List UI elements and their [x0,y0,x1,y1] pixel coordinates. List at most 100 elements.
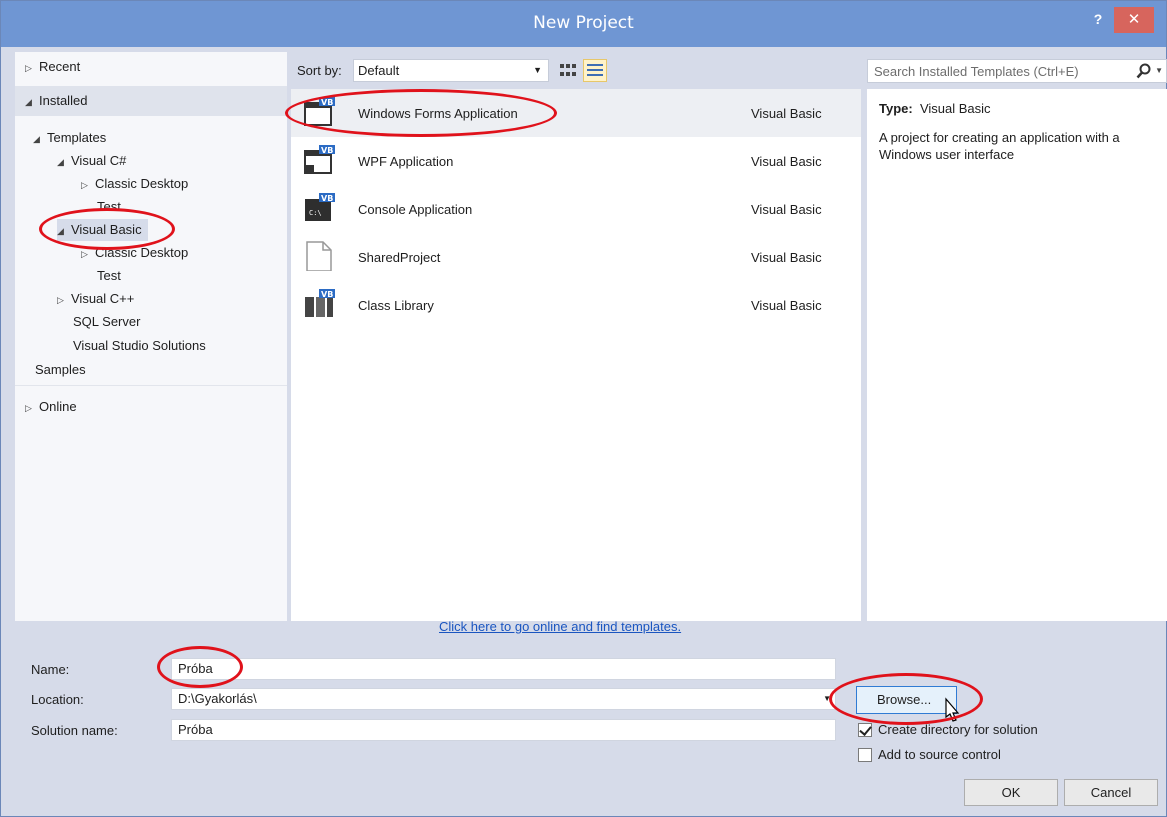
template-name: Console Application [358,202,473,217]
tree-item-classic-desktop-csharp[interactable]: ▷ Classic Desktop [81,173,188,195]
tree-item-visual-cpp[interactable]: ▷ Visual C++ [57,288,134,310]
svg-text:VB: VB [321,98,333,107]
source-control-option[interactable]: Add to source control [858,747,1001,762]
location-label: Location: [31,692,84,707]
name-value: Próba [178,661,213,676]
type-label: Type: [879,101,913,116]
template-list: VB Windows Forms Application Visual Basi… [291,89,861,634]
expand-arrow-icon: ▷ [57,295,64,305]
tree-item-recent[interactable]: ▷ Recent [25,56,80,78]
tree-item-vs-solutions[interactable]: Visual Studio Solutions [73,335,206,357]
tree-item-label: Classic Desktop [95,176,189,191]
create-directory-option[interactable]: Create directory for solution [858,722,1038,737]
list-view-icon[interactable] [583,59,607,82]
ok-button[interactable]: OK [964,779,1058,806]
tree-item-installed[interactable]: ◢ Installed [15,86,287,116]
tree-item-label: Recent [39,59,81,74]
name-field[interactable]: Próba [171,658,836,680]
svg-text:C:\: C:\ [309,209,322,217]
tree-item-label: Visual C++ [71,291,135,306]
template-row[interactable]: VB Windows Forms Application Visual Basi… [291,89,861,137]
template-row[interactable]: C:\ VB Console Application Visual Basic [291,185,861,233]
expand-arrow-icon: ▷ [25,403,32,413]
search-input[interactable] [872,62,1127,80]
tree-item-label: Online [39,399,77,414]
tree-item-classic-desktop-vb[interactable]: ▷ Classic Desktop [81,242,188,264]
template-tree: ▷ Recent ◢ Installed ◢ Templates ◢ Visual C#… [15,52,287,621]
tree-item-test-vb[interactable]: Test [97,265,121,287]
template-language: Visual Basic [751,298,822,313]
chevron-down-icon[interactable]: ▼ [1155,66,1163,75]
name-label: Name: [31,662,70,677]
template-row[interactable]: VB WPF Application Visual Basic [291,137,861,185]
tree-item-label: Visual Studio Solutions [73,338,206,353]
svg-text:VB: VB [321,290,333,299]
vb-wpf-icon: VB [304,145,335,174]
template-language: Visual Basic [751,154,822,169]
collapse-arrow-icon: ◢ [25,97,32,107]
template-name: Windows Forms Application [358,106,518,121]
expand-arrow-icon: ▷ [25,63,32,73]
svg-text:VB: VB [321,194,333,203]
vb-windows-forms-icon: VB [304,97,335,126]
shared-project-icon [306,241,332,271]
template-language: Visual Basic [751,250,822,265]
create-directory-checkbox[interactable] [858,723,872,737]
tree-item-label: Visual Basic [71,222,142,237]
type-line: Type: Visual Basic [879,101,991,116]
template-language: Visual Basic [751,106,822,121]
tree-item-sql-server[interactable]: SQL Server [73,311,140,333]
source-control-checkbox[interactable] [858,748,872,762]
online-templates-link[interactable]: Click here to go online and find templat… [439,619,681,634]
search-templates-box: ▼ [867,59,1167,83]
template-name: Class Library [358,298,434,313]
tree-item-label: Test [97,199,121,214]
template-description: A project for creating an application wi… [879,130,1120,162]
source-control-label: Add to source control [878,747,1001,762]
expand-arrow-icon: ▷ [81,249,88,259]
template-row[interactable]: SharedProject Visual Basic [291,233,861,281]
solution-name-field[interactable]: Próba [171,719,836,741]
chevron-down-icon[interactable]: ▼ [823,694,831,703]
title-bar: New Project ? ✕ [1,1,1166,47]
sort-select[interactable]: Default ▼ [353,59,549,82]
tree-item-templates[interactable]: ◢ Templates [33,127,106,149]
tree-item-label: SQL Server [73,314,141,329]
search-icon[interactable] [1136,63,1152,79]
solution-name-label: Solution name: [31,723,118,738]
expand-arrow-icon: ▷ [81,180,88,190]
chevron-down-icon: ▼ [533,65,542,75]
tree-item-visual-csharp[interactable]: ◢ Visual C# [57,150,126,172]
tree-item-visual-basic[interactable]: ◢ Visual Basic [57,219,148,241]
browse-label: Browse... [877,692,932,707]
dialog-title: New Project [533,13,634,33]
divider [15,385,287,386]
tree-item-online[interactable]: ▷ Online [25,396,77,418]
help-button[interactable]: ? [1088,9,1108,29]
vb-console-icon: C:\ VB [305,193,335,221]
cancel-button[interactable]: Cancel [1064,779,1158,806]
collapse-arrow-icon: ◢ [57,157,64,167]
tree-item-label: Samples [35,362,86,377]
tree-item-test-csharp[interactable]: Test [97,196,121,218]
close-button[interactable]: ✕ [1114,7,1154,33]
solution-name-value: Próba [178,722,213,737]
collapse-arrow-icon: ◢ [57,226,64,236]
vb-class-library-icon: VB [305,289,335,317]
tree-item-label: Test [97,268,121,283]
new-project-dialog: New Project ? ✕ ▷ Recent ◢ Installed ◢ Temp… [0,0,1167,817]
template-name: SharedProject [358,250,441,265]
template-row[interactable]: VB Class Library Visual Basic [291,281,861,329]
location-value: D:\Gyakorlás\ [178,691,257,706]
tree-item-label: Installed [39,93,88,108]
tree-item-label: Visual C# [71,153,127,168]
sort-label: Sort by: [297,63,342,78]
tree-item-samples[interactable]: Samples [35,359,86,381]
tree-item-label: Templates [47,130,107,145]
small-icons-view-icon[interactable] [557,61,577,81]
location-field[interactable]: D:\Gyakorlás\ ▼ [171,688,836,710]
template-name: WPF Application [358,154,454,169]
collapse-arrow-icon: ◢ [33,134,40,144]
template-language: Visual Basic [751,202,822,217]
template-details: Type: Visual Basic A project for creatin… [867,89,1167,621]
